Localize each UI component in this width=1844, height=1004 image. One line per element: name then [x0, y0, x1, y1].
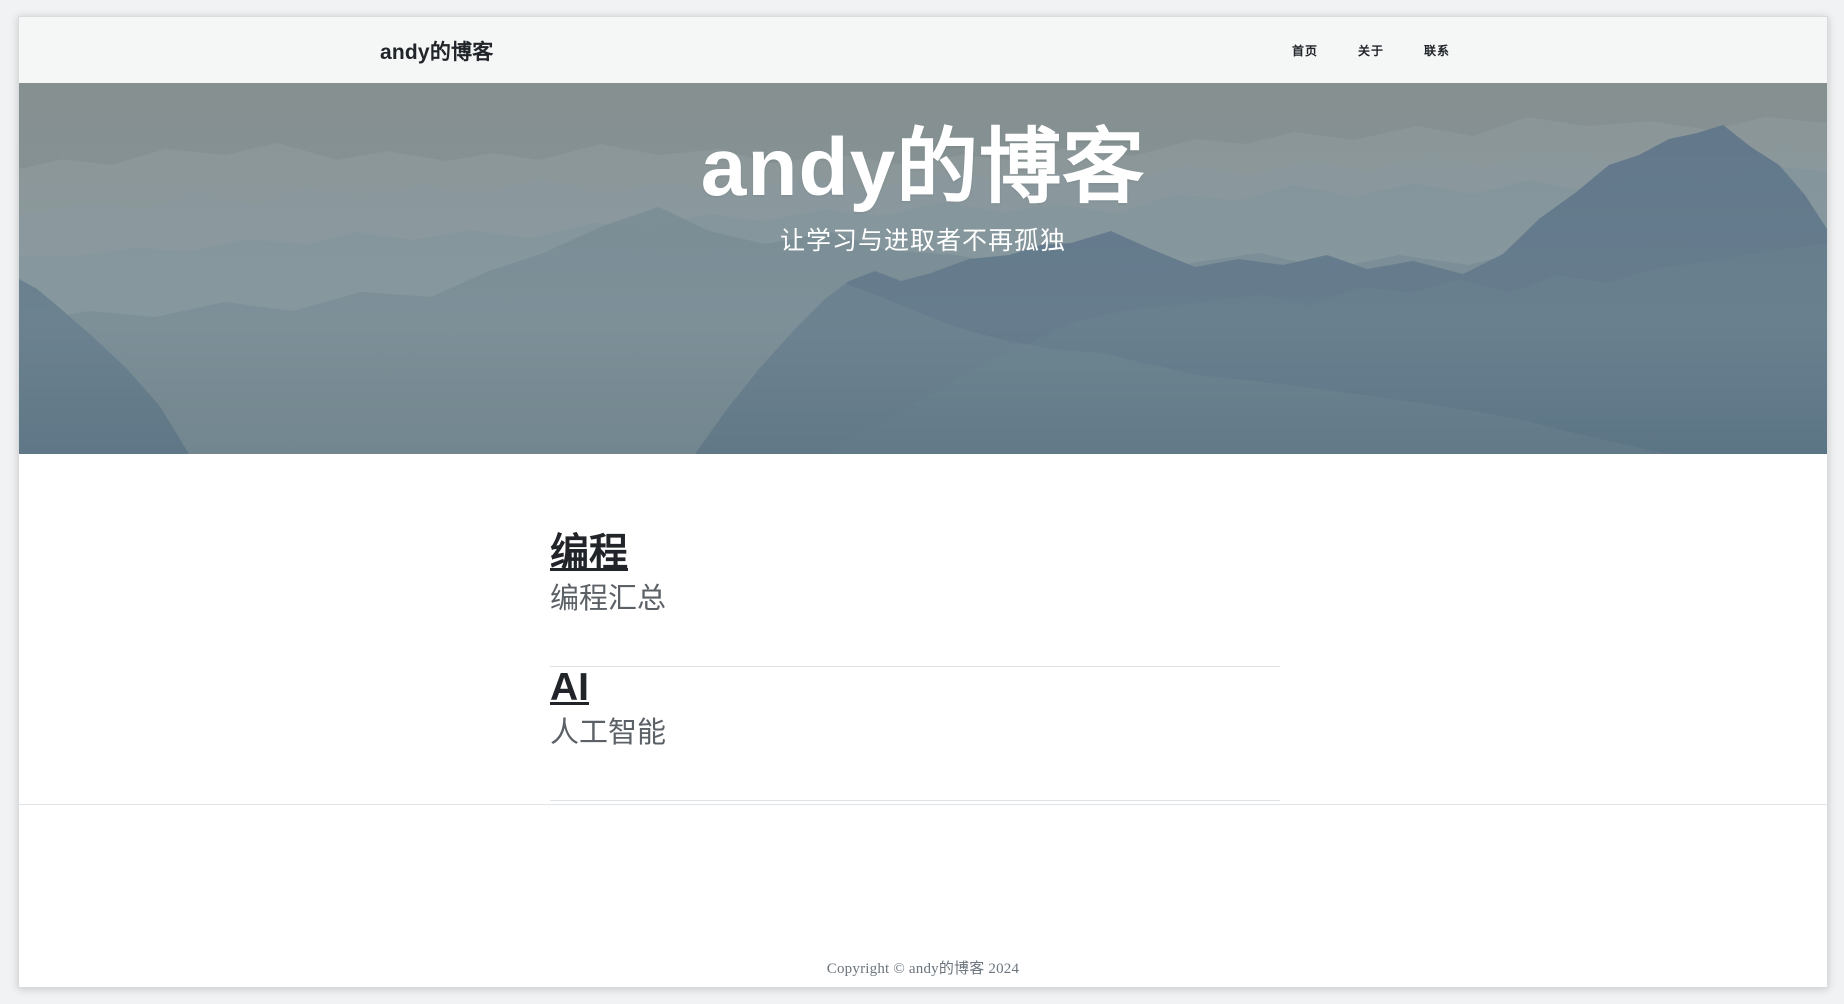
footer-divider	[19, 804, 1827, 805]
site-navbar: andy的博客 首页 关于 联系	[19, 17, 1827, 84]
post-subtitle: 人工智能	[550, 716, 667, 749]
post-title-link[interactable]: 编程	[550, 532, 1280, 576]
nav-link-about[interactable]: 关于	[1358, 42, 1384, 59]
post-subtitle: 编程汇总	[550, 582, 667, 615]
hero-title: andy的博客	[700, 122, 1146, 213]
post-list: 编程 编程汇总 AI 人工智能	[550, 532, 1280, 801]
post-title-link[interactable]: AI	[550, 666, 1280, 710]
nav-link-contact[interactable]: 联系	[1424, 42, 1450, 59]
post-item-programming: 编程 编程汇总	[550, 532, 1280, 667]
hero-subtitle: 让学习与进取者不再孤独	[779, 227, 1066, 255]
site-brand-link[interactable]: andy的博客	[380, 36, 493, 66]
browser-window: andy的博客 首页 关于 联系 andy的博客 让学习与进取者不再孤独 编程 …	[18, 16, 1828, 988]
nav-link-home[interactable]: 首页	[1292, 42, 1318, 59]
hero-banner: andy的博客 让学习与进取者不再孤独	[19, 83, 1827, 454]
post-item-ai: AI 人工智能	[550, 666, 1280, 801]
site-footer: Copyright © andy的博客 2024	[826, 961, 1020, 977]
